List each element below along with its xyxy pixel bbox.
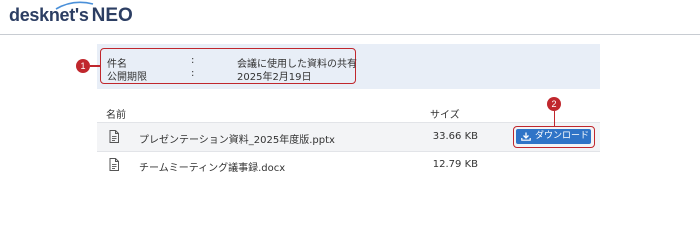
column-header-size: サイズ — [430, 110, 460, 121]
desknets-neo-logo: desknet's NEO — [9, 1, 133, 29]
download-icon — [521, 132, 531, 141]
document-icon — [109, 158, 119, 171]
logo-neo: NEO — [91, 5, 133, 26]
annotation-badge-2: 2 — [547, 97, 561, 111]
file-name[interactable]: プレゼンテーション資料_2025年度版.pptx — [139, 131, 335, 146]
file-row[interactable]: チームミーティング議事録.docx 12.79 KB — [97, 151, 600, 179]
column-header-name: 名前 — [106, 110, 126, 121]
download-button-label: ダウンロード — [535, 131, 590, 141]
file-name[interactable]: チームミーティング議事録.docx — [139, 159, 285, 174]
annotation-badge-1: 1 — [76, 59, 90, 73]
info-colon: : — [191, 55, 195, 66]
download-button[interactable]: ダウンロード — [516, 129, 591, 144]
info-value-expiry: 2025年2月19日 — [237, 72, 312, 83]
document-icon — [109, 130, 119, 143]
info-colon: : — [191, 68, 195, 79]
info-label-expiry: 公開期限 — [107, 72, 147, 83]
app-header: desknet's NEO — [0, 0, 700, 35]
annotation-connector-2 — [553, 111, 555, 126]
logo-swoosh-icon — [55, 1, 94, 10]
annotation-connector-1 — [90, 65, 100, 67]
file-size: 33.66 KB — [432, 131, 478, 142]
file-size: 12.79 KB — [432, 159, 478, 170]
